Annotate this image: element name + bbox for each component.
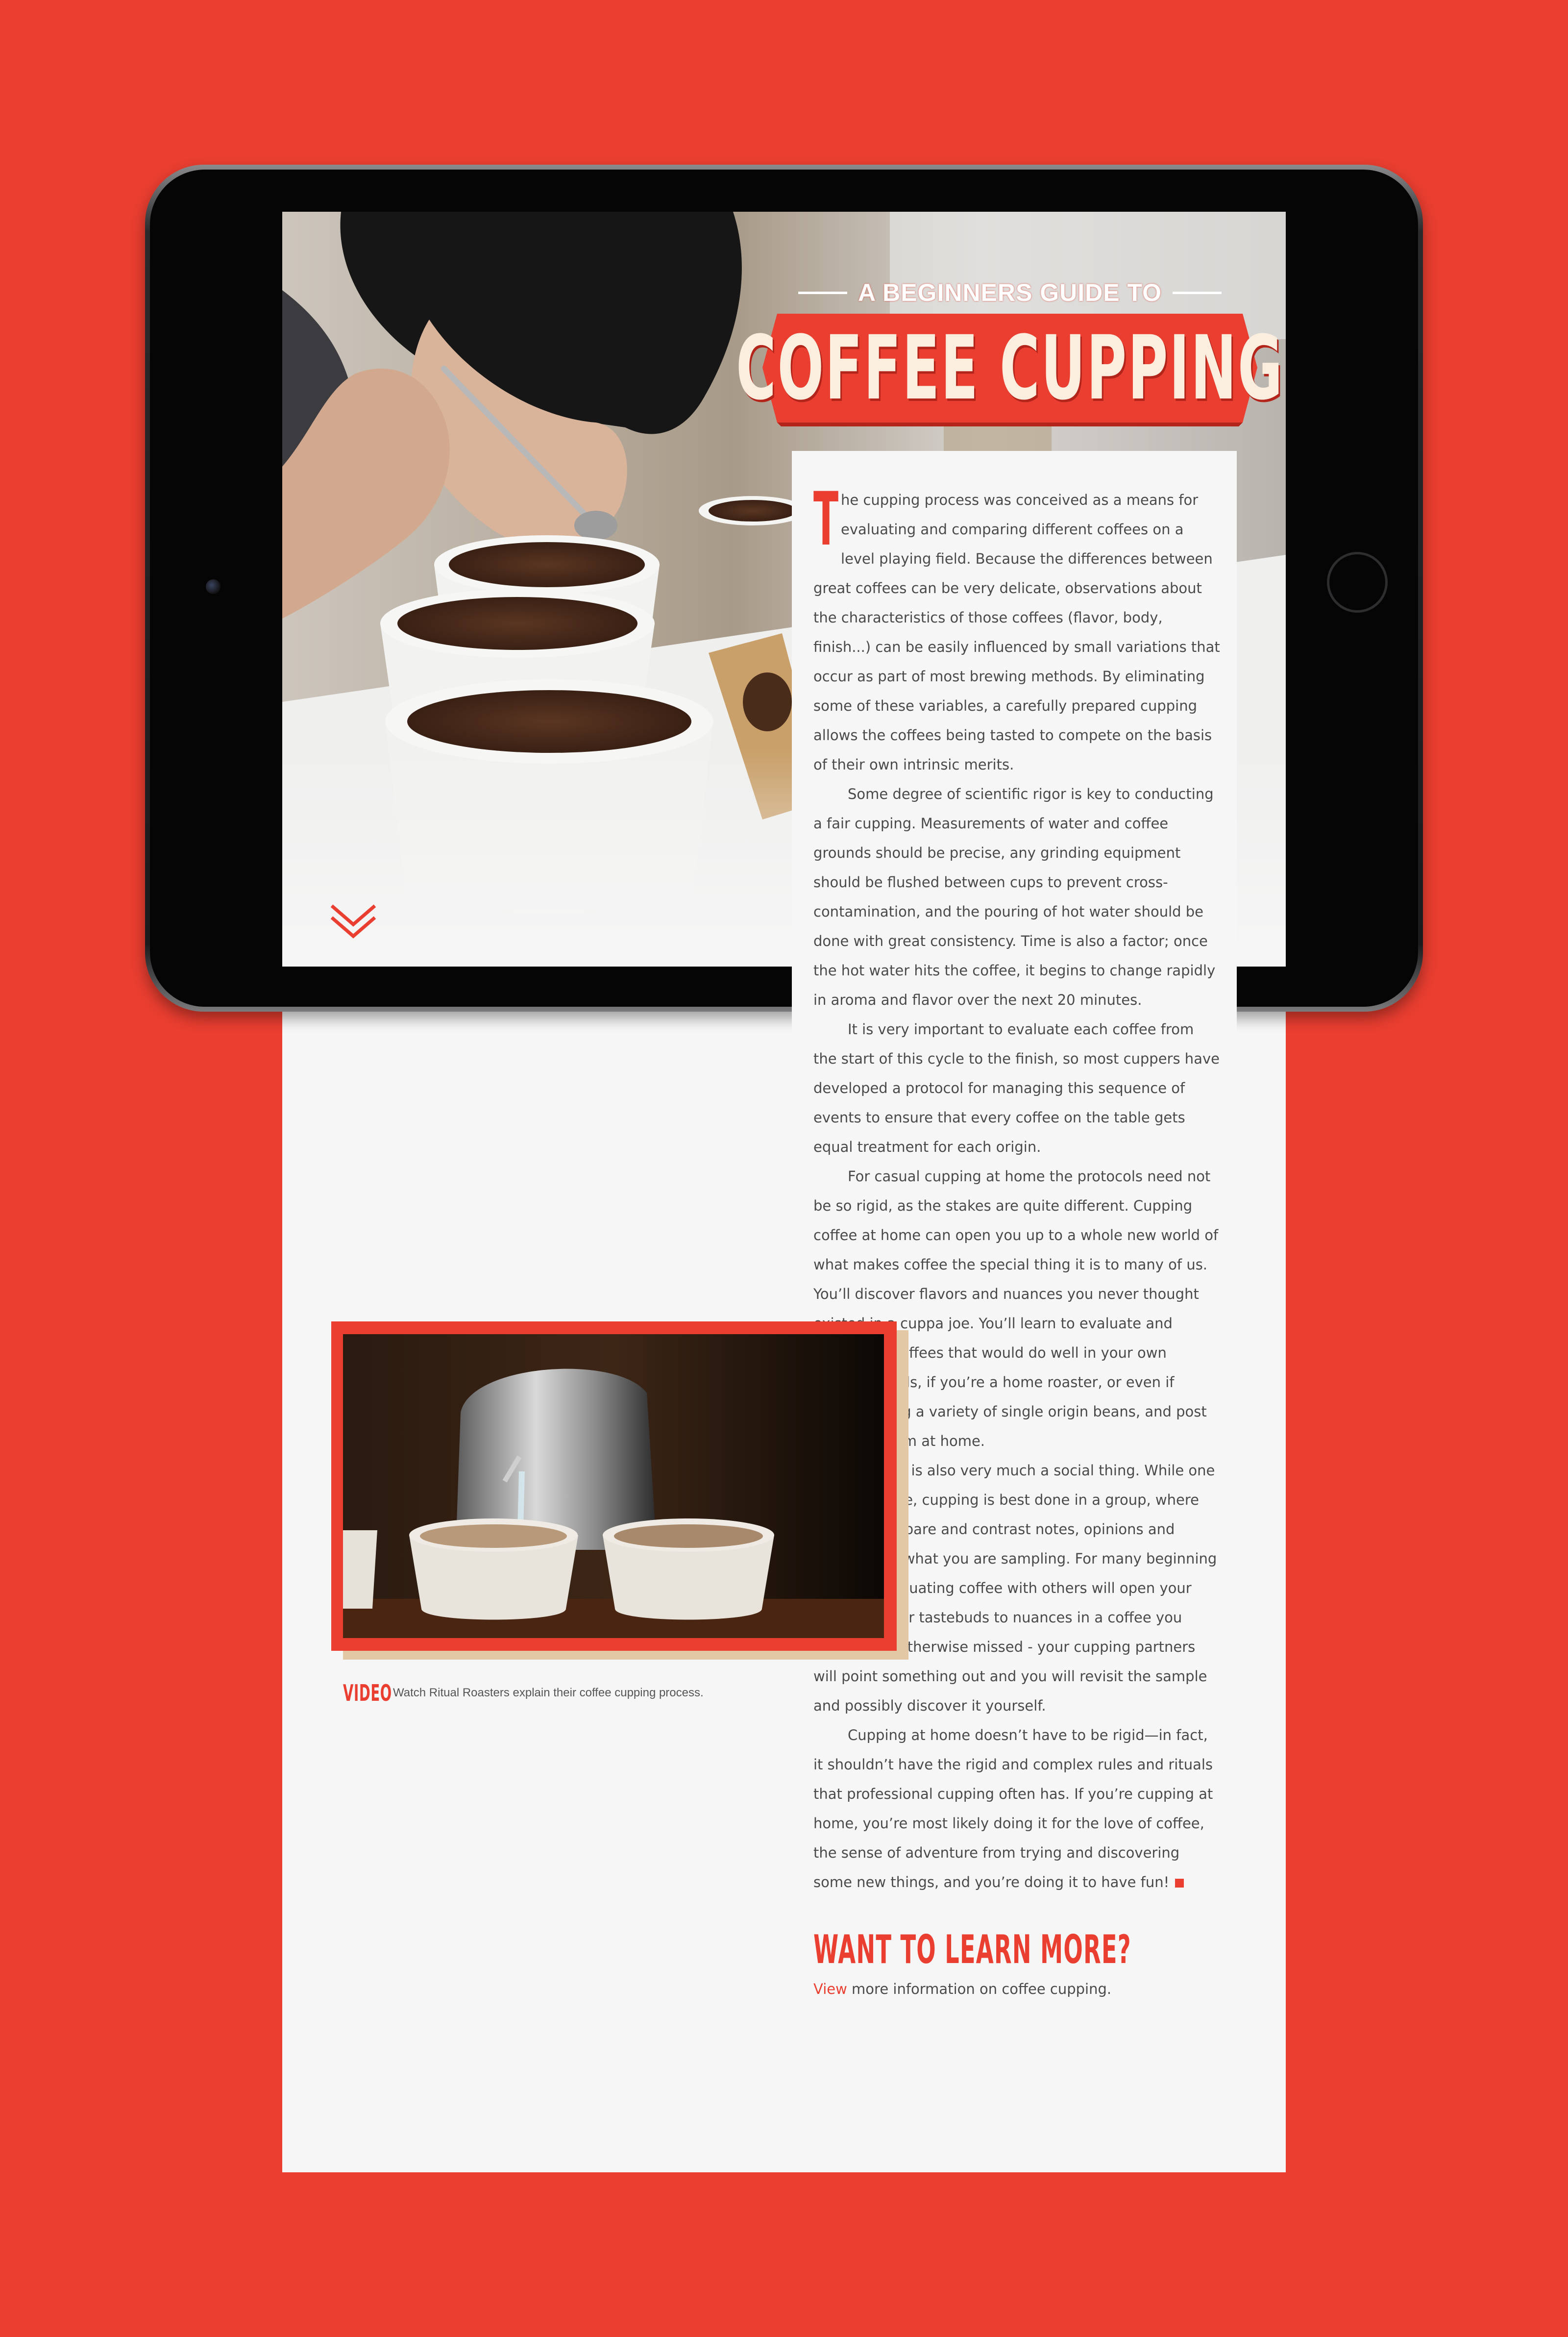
article-paragraph-3: It is very important to evaluate each co… bbox=[813, 1021, 1220, 1155]
drop-cap: T bbox=[813, 477, 839, 562]
learn-more-heading: WANT TO LEARN MORE? bbox=[813, 1927, 1131, 1972]
video-still bbox=[343, 1334, 884, 1638]
kicker-text: A BEGINNERS GUIDE TO bbox=[858, 279, 1162, 306]
title-banner: A BEGINNERS GUIDE TO COFFEE CUPPING bbox=[736, 275, 1282, 426]
home-button[interactable] bbox=[1327, 552, 1388, 613]
video-caption: VIDEO Watch Ritual Roasters explain thei… bbox=[343, 1678, 704, 1708]
article-paragraph-2: Some degree of scientific rigor is key t… bbox=[813, 786, 1216, 1008]
video-label: VIDEO bbox=[343, 1680, 392, 1706]
end-mark bbox=[1175, 1879, 1184, 1888]
article-paragraph-1: T he cupping process was conceived as a … bbox=[813, 477, 1221, 779]
article-paragraph-6: Cupping at home doesn’t have to be rigid… bbox=[813, 1720, 1221, 1897]
view-link[interactable]: View bbox=[813, 1981, 847, 1997]
paragraph-text: Cupping at home doesn’t have to be rigid… bbox=[813, 1727, 1213, 1890]
learn-more-text: more information on coffee cupping. bbox=[847, 1981, 1112, 1997]
kicker-rule-right bbox=[1173, 291, 1222, 294]
paragraph-text: he cupping process was conceived as a me… bbox=[813, 492, 1220, 773]
kicker-rule-left bbox=[798, 291, 847, 294]
article-body: T he cupping process was conceived as a … bbox=[813, 477, 1221, 2004]
page-title: COFFEE CUPPING bbox=[736, 317, 1284, 420]
video-thumbnail[interactable] bbox=[343, 1334, 884, 1638]
kicker-row: A BEGINNERS GUIDE TO bbox=[762, 275, 1257, 310]
front-camera bbox=[206, 579, 220, 594]
learn-more-line: View more information on coffee cupping. bbox=[813, 1974, 1221, 2004]
chevron-down-icon[interactable] bbox=[329, 903, 378, 942]
video-description: Watch Ritual Roasters explain their coff… bbox=[393, 1686, 704, 1699]
